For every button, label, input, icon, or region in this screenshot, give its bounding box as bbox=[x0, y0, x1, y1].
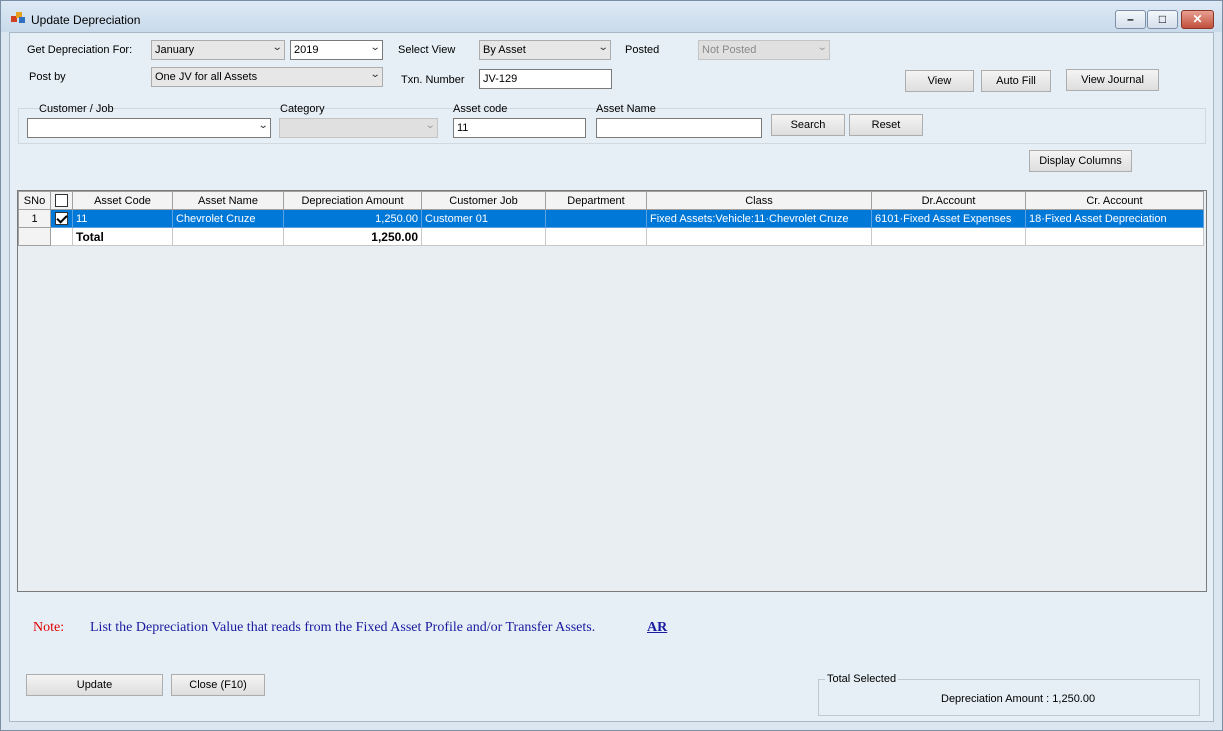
posted-value: Not Posted bbox=[702, 44, 757, 56]
year-value: 2019 bbox=[294, 44, 319, 56]
update-button[interactable]: Update bbox=[26, 674, 163, 696]
auto-fill-button[interactable]: Auto Fill bbox=[981, 70, 1051, 92]
total-empty-cell bbox=[421, 227, 546, 246]
select-view-value: By Asset bbox=[483, 44, 526, 56]
total-label: Total bbox=[72, 227, 173, 246]
select-all-checkbox[interactable] bbox=[55, 194, 68, 207]
post-by-value: One JV for all Assets bbox=[155, 71, 258, 83]
column-header-depreciation-amount[interactable]: Depreciation Amount bbox=[283, 191, 422, 210]
category-dropdown: ⌄ bbox=[279, 118, 438, 138]
column-header-class[interactable]: Class bbox=[646, 191, 872, 210]
get-depreciation-for-label: Get Depreciation For: bbox=[27, 44, 133, 56]
reset-button[interactable]: Reset bbox=[849, 114, 923, 136]
total-empty-cell bbox=[1025, 227, 1204, 246]
posted-dropdown: Not Posted ⌄ bbox=[698, 40, 830, 60]
row-asset-name[interactable]: Chevrolet Cruze bbox=[172, 209, 284, 228]
chevron-down-icon: ⌄ bbox=[369, 69, 381, 80]
month-value: January bbox=[155, 44, 195, 56]
select-view-dropdown[interactable]: By Asset ⌄ bbox=[479, 40, 611, 60]
category-label: Category bbox=[280, 103, 325, 115]
update-depreciation-window: Update Depreciation – □ ✕ Get Depreciati… bbox=[0, 0, 1223, 731]
chevron-down-icon: ⌄ bbox=[597, 42, 609, 53]
row-checkbox[interactable] bbox=[55, 212, 68, 225]
chevron-down-icon: ⌄ bbox=[257, 120, 269, 131]
customer-job-dropdown[interactable]: ⌄ bbox=[27, 118, 271, 138]
year-dropdown[interactable]: 2019 ⌄ bbox=[290, 40, 383, 60]
chevron-down-icon: ⌄ bbox=[271, 42, 283, 53]
total-empty-cell bbox=[646, 227, 872, 246]
column-header-asset-code[interactable]: Asset Code bbox=[72, 191, 173, 210]
posted-label: Posted bbox=[625, 44, 660, 56]
total-empty-cell bbox=[172, 227, 284, 246]
minimize-button[interactable]: – bbox=[1115, 10, 1146, 29]
txn-number-label: Txn. Number bbox=[401, 74, 465, 86]
total-depreciation-amount: 1,250.00 bbox=[283, 227, 422, 246]
close-icon: ✕ bbox=[1192, 12, 1203, 26]
close-button[interactable]: Close (F10) bbox=[171, 674, 265, 696]
total-empty-cell bbox=[545, 227, 647, 246]
column-header-cr-account[interactable]: Cr. Account bbox=[1025, 191, 1204, 210]
chevron-down-icon: ⌄ bbox=[369, 42, 381, 53]
asset-code-label: Asset code bbox=[453, 103, 508, 115]
depreciation-grid[interactable]: SNo Asset Code Asset Name Depreciation A… bbox=[17, 190, 1207, 592]
row-depreciation-amount[interactable]: 1,250.00 bbox=[283, 209, 422, 228]
close-window-button[interactable]: ✕ bbox=[1181, 10, 1214, 29]
minimize-icon: – bbox=[1127, 12, 1134, 26]
note-text: List the Depreciation Value that reads f… bbox=[90, 620, 596, 635]
app-icon bbox=[11, 12, 25, 23]
row-customer-job[interactable]: Customer 01 bbox=[421, 209, 546, 228]
asset-code-input[interactable]: 11 bbox=[453, 118, 586, 138]
row-sno: 1 bbox=[18, 209, 51, 228]
post-by-dropdown[interactable]: One JV for all Assets ⌄ bbox=[151, 67, 383, 87]
row-department[interactable] bbox=[545, 209, 647, 228]
total-empty-cell bbox=[871, 227, 1026, 246]
month-dropdown[interactable]: January ⌄ bbox=[151, 40, 285, 60]
column-header-select-all[interactable] bbox=[50, 191, 73, 210]
chevron-down-icon: ⌄ bbox=[424, 120, 436, 131]
post-by-label: Post by bbox=[29, 71, 66, 83]
ar-link[interactable]: AR bbox=[647, 620, 667, 636]
maximize-button[interactable]: □ bbox=[1147, 10, 1178, 29]
row-asset-code[interactable]: 11 bbox=[72, 209, 173, 228]
table-row[interactable]: 1 11 Chevrolet Cruze 1,250.00 Customer 0… bbox=[18, 209, 1204, 228]
total-empty-cell bbox=[50, 227, 73, 246]
display-columns-button[interactable]: Display Columns bbox=[1029, 150, 1132, 172]
chevron-down-icon: ⌄ bbox=[816, 42, 828, 53]
search-button[interactable]: Search bbox=[771, 114, 845, 136]
column-header-sno[interactable]: SNo bbox=[18, 191, 51, 210]
note-label: Note: bbox=[33, 620, 65, 635]
maximize-icon: □ bbox=[1158, 12, 1167, 26]
column-header-customer-job[interactable]: Customer Job bbox=[421, 191, 546, 210]
asset-name-input[interactable] bbox=[596, 118, 762, 138]
column-header-department[interactable]: Department bbox=[545, 191, 647, 210]
select-view-label: Select View bbox=[398, 44, 456, 56]
asset-name-label: Asset Name bbox=[596, 103, 656, 115]
row-class[interactable]: Fixed Assets:Vehicle:11·Chevrolet Cruze bbox=[646, 209, 872, 228]
total-selected-legend: Total Selected bbox=[825, 673, 899, 685]
row-cr-account[interactable]: 18·Fixed Asset Depreciation bbox=[1025, 209, 1204, 228]
view-journal-button[interactable]: View Journal bbox=[1066, 69, 1159, 91]
txn-number-input[interactable]: JV-129 bbox=[479, 69, 612, 89]
column-header-dr-account[interactable]: Dr.Account bbox=[871, 191, 1026, 210]
total-selected-group: Total Selected Depreciation Amount : 1,2… bbox=[818, 673, 1200, 716]
column-header-asset-name[interactable]: Asset Name bbox=[172, 191, 284, 210]
row-select-cell[interactable] bbox=[50, 209, 73, 228]
title-bar: Update Depreciation – □ ✕ bbox=[1, 1, 1222, 32]
window-title: Update Depreciation bbox=[31, 13, 141, 27]
row-dr-account[interactable]: 6101·Fixed Asset Expenses bbox=[871, 209, 1026, 228]
view-button[interactable]: View bbox=[905, 70, 974, 92]
total-row-header bbox=[18, 227, 51, 246]
form-client-area: Get Depreciation For: January ⌄ 2019 ⌄ S… bbox=[9, 32, 1214, 722]
total-selected-amount: Depreciation Amount : 1,250.00 bbox=[941, 693, 1096, 705]
total-row: Total 1,250.00 bbox=[18, 227, 1204, 246]
customer-job-label: Customer / Job bbox=[39, 103, 114, 115]
grid-header-row: SNo Asset Code Asset Name Depreciation A… bbox=[18, 191, 1204, 210]
